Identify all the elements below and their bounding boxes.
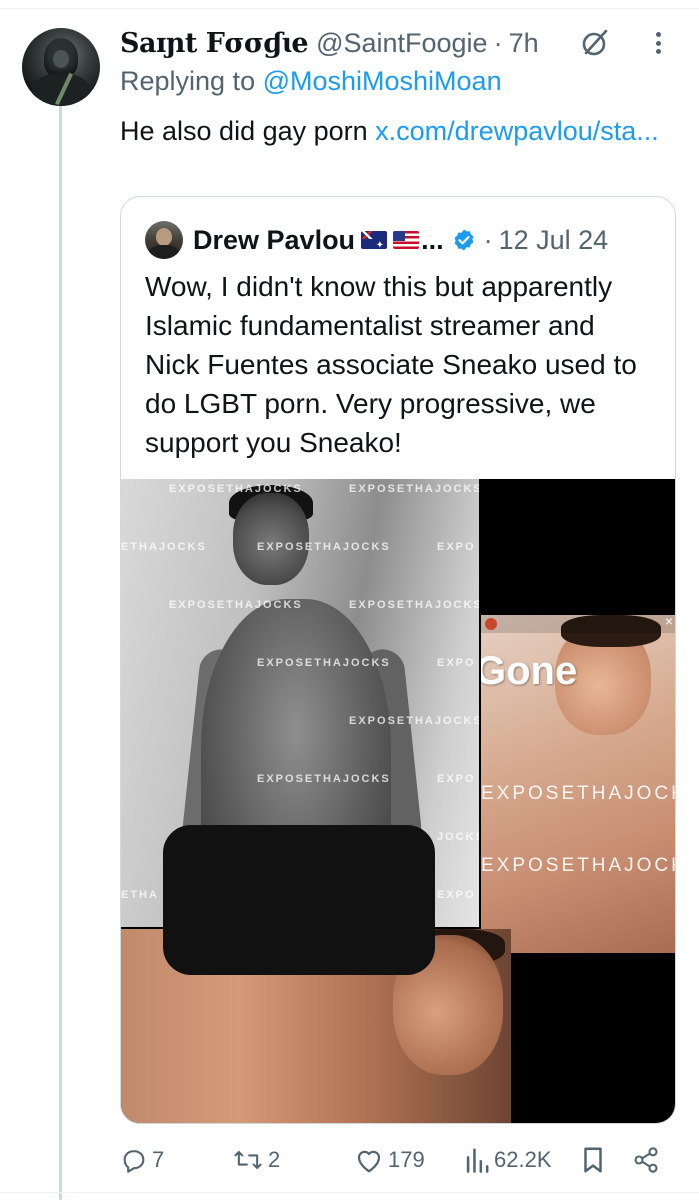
watermark-text: ETHAJOCKS <box>121 541 207 553</box>
thread-line <box>59 106 62 1200</box>
watermark-text: EXPOSETHAJOCKS <box>257 541 391 553</box>
media-image-right[interactable]: × Gone EXPOSETHAJOCK EXPOSETHAJOCK <box>481 615 676 953</box>
view-count: 62.2K <box>494 1147 552 1172</box>
watermark-text: EXPO <box>437 773 476 785</box>
more-options-icon[interactable] <box>648 28 668 58</box>
watermark-text: EXPOSETHAJOCKS <box>349 483 479 495</box>
tweet-link[interactable]: x.com/drewpavlou/sta... <box>375 116 659 146</box>
like-button[interactable]: 179 <box>354 1140 425 1180</box>
story-watermark: EXPOSETHAJOCK <box>481 855 676 876</box>
watermark-text: EXPOSETHAJOCKS <box>349 715 479 727</box>
watermark-text: EXPOSETHAJOCKS <box>257 773 391 785</box>
usa-flag-icon <box>393 231 420 249</box>
watermark-text: JOCKS <box>437 831 479 843</box>
watermark-text: EXPO <box>437 889 476 901</box>
quoted-date[interactable]: 12 Jul 24 <box>499 225 609 256</box>
repost-icon <box>234 1150 262 1170</box>
grok-icon[interactable] <box>578 26 612 60</box>
watermark-text: EXPOSETHAJOCKS <box>349 599 479 611</box>
tweet-text: He also did gay porn x.com/drewpavlou/st… <box>120 112 680 150</box>
bookmark-icon <box>584 1147 602 1173</box>
reply-icon <box>123 1150 145 1173</box>
watermark-text: ETHA <box>121 889 159 901</box>
tweet-body: He also did gay porn <box>120 116 376 146</box>
quoted-display-name[interactable]: Drew Pavlou <box>193 225 355 256</box>
replying-to-link[interactable]: @MoshiMoshiMoan <box>263 66 502 96</box>
timestamp[interactable]: 7h <box>509 28 539 59</box>
australia-flag-icon <box>361 231 388 249</box>
separator-dot: · <box>493 27 503 58</box>
censor-box <box>163 825 435 975</box>
repost-count: 2 <box>268 1147 281 1172</box>
verified-badge-icon <box>454 229 473 251</box>
quoted-separator-dot: · <box>483 224 493 255</box>
quoted-avatar[interactable] <box>145 221 183 259</box>
repost-button[interactable]: 2 <box>232 1140 280 1180</box>
story-watermark: EXPOSETHAJOCK <box>481 783 676 804</box>
reply-button[interactable]: 7 <box>120 1140 164 1180</box>
heart-icon <box>357 1150 381 1173</box>
quoted-text: Wow, I didn't know this but apparently I… <box>145 271 637 458</box>
quoted-header: Drew Pavlou ... · 12 Jul 24 <box>193 221 608 259</box>
watermark-text: EXPOSETHAJOCKS <box>257 657 391 669</box>
avatar[interactable] <box>22 28 100 106</box>
tweet-header: Saɪɲt Fσσɠɩe @SaintFoogie · 7h <box>120 26 539 60</box>
share-icon <box>634 1147 658 1173</box>
bottom-divider <box>0 1192 699 1193</box>
reply-count: 7 <box>152 1147 165 1172</box>
user-handle[interactable]: @SaintFoogie <box>316 28 488 59</box>
watermark-text: EXPOSETHAJOCKS <box>169 599 303 611</box>
like-count: 179 <box>388 1147 425 1172</box>
replying-to: Replying to @MoshiMoshiMoan <box>120 66 502 97</box>
views-icon <box>466 1148 489 1173</box>
share-button[interactable] <box>632 1140 660 1180</box>
quoted-media[interactable]: EXPOSETHAJOCKS EXPOSETHAJOCKS ETHAJOCKS … <box>121 479 676 1123</box>
watermark-text: EXPO <box>437 541 476 553</box>
bookmark-button[interactable] <box>580 1140 606 1180</box>
quoted-tweet[interactable]: Drew Pavlou ... · 12 Jul 24 Wow, I didn'… <box>120 196 676 1124</box>
watermark-text: EXPO <box>437 657 476 669</box>
action-bar: 7 2 179 62.2K <box>120 1140 670 1180</box>
views-button[interactable]: 62.2K <box>464 1140 552 1180</box>
name-ellipsis: ... <box>421 224 444 255</box>
watermark-text: EXPOSETHAJOCKS <box>169 483 303 495</box>
replying-prefix: Replying to <box>120 66 263 96</box>
story-caption: Gone <box>481 649 578 693</box>
close-icon: × <box>664 615 673 629</box>
display-name[interactable]: Saɪɲt Fσσɠɩe <box>120 28 309 59</box>
top-divider <box>0 0 699 9</box>
